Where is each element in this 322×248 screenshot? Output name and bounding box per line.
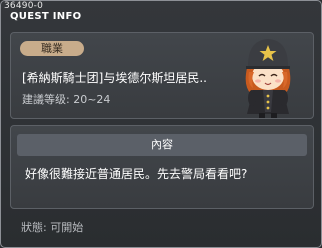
quest-content-panel: 內容 好像很難接近普通居民。先去警局看看吧? [10,125,314,209]
window-title: QUEST INFO [10,11,82,22]
job-badge: 職業 [20,41,84,56]
quest-id: 36490-0 [4,1,44,11]
recommended-level: 建議等级: 20~24 [22,93,111,106]
quest-name: [希納斯騎士团]与埃德尔斯坦居民.. [22,71,207,85]
police-girl-npc-icon [245,39,291,118]
quest-info-panel: 職業 [希納斯騎士团]与埃德尔斯坦居民.. 建議等级: 20~24 [10,32,314,119]
content-text: 好像很難接近普通居民。先去警局看看吧? [25,167,248,181]
quest-status: 狀態: 可開始 [21,221,84,234]
quest-info-window: 36490-0 QUEST INFO 職業 [希納斯騎士团]与埃德尔斯坦居民..… [0,0,322,248]
content-header: 內容 [17,134,307,156]
